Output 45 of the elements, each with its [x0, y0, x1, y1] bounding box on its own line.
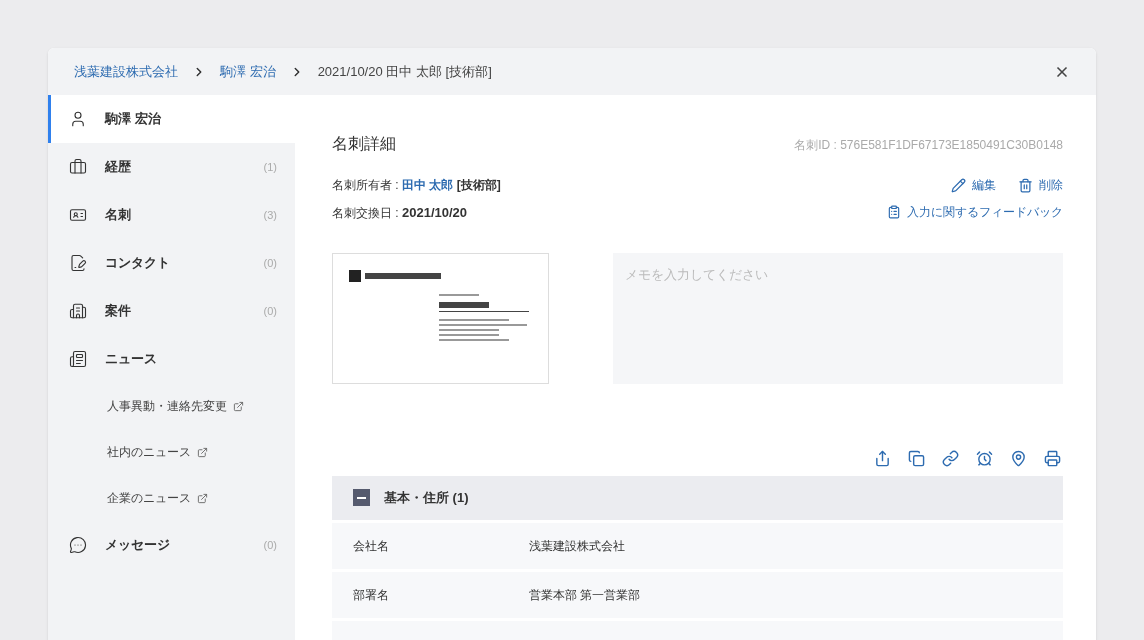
owner-line: 名刺所有者 : 田中 太郎 [技術部] — [332, 177, 501, 194]
news-link[interactable]: 人事異動・連絡先変更 — [48, 383, 295, 429]
external-link-icon — [197, 446, 208, 458]
copy-button[interactable] — [908, 449, 925, 467]
field-value: 浅葉建設株式会社 — [529, 537, 625, 555]
sidebar-item[interactable]: ニュース — [48, 335, 295, 383]
breadcrumb-link[interactable]: 浅葉建設株式会社 — [74, 61, 178, 82]
breadcrumb-current: 2021/10/20 田中 太郎 [技術部] — [317, 62, 492, 81]
field-label: 会社名 — [353, 537, 390, 555]
field-label: 部署名 — [353, 586, 390, 604]
share-button[interactable] — [874, 449, 891, 467]
newspaper-icon — [69, 350, 87, 368]
exchange-date: 名刺交換日 : 2021/10/20 — [332, 204, 469, 222]
alarm-button[interactable] — [976, 449, 993, 467]
news-link[interactable]: 社内のニュース — [48, 429, 295, 475]
external-link-icon — [233, 400, 244, 412]
breadcrumb-link[interactable]: 駒澤 宏治 — [220, 61, 276, 82]
card-id: 名刺ID : 576E581F1DF67173E1850491C30B0148 — [794, 137, 1063, 154]
owner-link[interactable]: 田中 太郎 — [402, 178, 454, 192]
link-button[interactable] — [942, 449, 959, 467]
id-card-icon — [69, 206, 87, 224]
building-icon — [69, 302, 87, 320]
action-button[interactable]: 削除 — [1018, 176, 1063, 194]
briefcase-icon — [69, 158, 87, 176]
clipboard-icon — [887, 205, 901, 219]
external-link-icon — [197, 492, 208, 504]
print-button[interactable] — [1044, 449, 1061, 467]
trash-icon — [1018, 177, 1033, 193]
sidebar-item[interactable]: 案件 (0) — [48, 287, 295, 335]
sidebar-item[interactable]: 駒澤 宏治 — [48, 95, 295, 143]
document-pen-icon — [69, 254, 87, 272]
location-button[interactable] — [1010, 449, 1027, 467]
action-button[interactable]: 編集 — [951, 176, 996, 194]
field-value: 営業本部 第一営業部 — [529, 586, 641, 604]
page-title: 名刺詳細 — [332, 134, 396, 154]
chat-bubble-icon — [69, 536, 87, 554]
pencil-icon — [951, 177, 966, 193]
feedback-link[interactable]: 入力に関するフィードバック — [887, 203, 1063, 221]
sidebar-item[interactable]: 経歴 (1) — [48, 143, 295, 191]
person-icon — [69, 110, 87, 128]
sidebar-item[interactable]: 名刺 (3) — [48, 191, 295, 239]
section-header[interactable]: 基本・住所 (1) — [332, 475, 1063, 520]
sidebar-item[interactable]: コンタクト (0) — [48, 239, 295, 287]
sidebar-item[interactable]: メッセージ (0) — [48, 521, 295, 569]
news-link[interactable]: 企業のニュース — [48, 475, 295, 521]
